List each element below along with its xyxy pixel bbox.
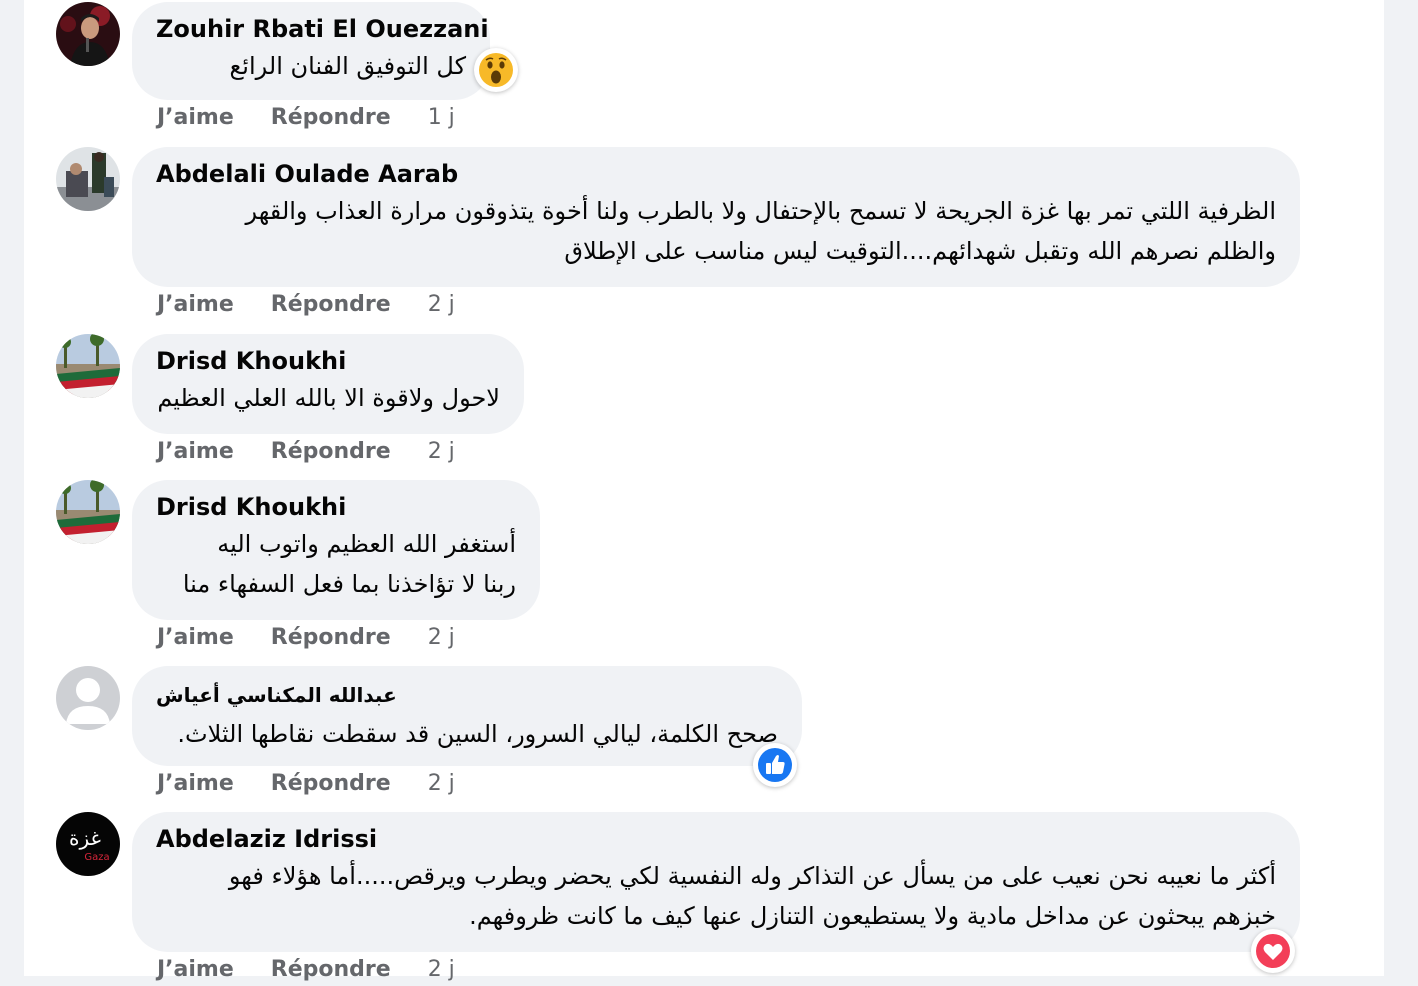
comment-author[interactable]: Abdelaziz Idrissi xyxy=(156,824,1276,854)
like-button[interactable]: J’aime xyxy=(157,436,234,468)
comment-text: أستغفر الله العظيم واتوب اليه xyxy=(217,530,516,558)
comment-actions: J’aime Répondre 2 j xyxy=(157,436,455,468)
like-button[interactable]: J’aime xyxy=(157,768,234,800)
comment-timestamp[interactable]: 2 j xyxy=(428,436,455,468)
reply-button[interactable]: Répondre xyxy=(271,289,391,321)
like-button[interactable]: J’aime xyxy=(157,289,234,321)
avatar-subtext: Gaza xyxy=(84,852,109,863)
comment-bubble: Drisd Khoukhi لاحول ولاقوة الا بالله الع… xyxy=(132,334,524,434)
like-thumb-icon[interactable] xyxy=(753,743,797,787)
comment-text: خبزهم يبحثون عن مداخل مادية ولا يستطيعون… xyxy=(469,902,1276,930)
like-button[interactable]: J’aime xyxy=(157,954,234,986)
comment-author[interactable]: عبدالله المكناسي أعياش xyxy=(156,680,397,710)
comment-author[interactable]: Drisd Khoukhi xyxy=(156,346,500,376)
comment-timestamp[interactable]: 2 j xyxy=(428,289,455,321)
avatar[interactable] xyxy=(56,666,120,730)
comments-panel: Zouhir Rbati El Ouezzani كل التوفيق الفن… xyxy=(24,0,1384,982)
comment-text: والظلم نصرهم الله وتقبل شهدائهم....التوق… xyxy=(564,237,1276,265)
avatar[interactable] xyxy=(56,334,120,398)
avatar[interactable] xyxy=(56,147,120,211)
avatar[interactable] xyxy=(56,2,120,66)
comment-timestamp[interactable]: 1 j xyxy=(428,102,455,134)
comment-actions: J’aime Répondre 2 j xyxy=(157,622,455,654)
comment-bubble: Abdelali Oulade Aarab الظرفية اللتي تمر … xyxy=(132,147,1300,287)
comment-timestamp[interactable]: 2 j xyxy=(428,768,455,800)
reply-button[interactable]: Répondre xyxy=(271,436,391,468)
heart-icon[interactable] xyxy=(1251,929,1295,973)
reply-button[interactable]: Répondre xyxy=(271,102,391,134)
comment-text: الظرفية اللتي تمر بها غزة الجريحة لا تسم… xyxy=(245,197,1277,225)
comment-timestamp[interactable]: 2 j xyxy=(428,954,455,986)
comment-actions: J’aime Répondre 2 j xyxy=(157,768,455,800)
comment-bubble: Zouhir Rbati El Ouezzani كل التوفيق الفن… xyxy=(132,2,490,100)
comment-bubble: Drisd Khoukhi أستغفر الله العظيم واتوب ا… xyxy=(132,480,540,620)
comment-text: ربنا لا تؤاخذنا بما فعل السفهاء منا xyxy=(182,570,516,598)
avatar[interactable]: غزة Gaza xyxy=(56,812,120,876)
wow-emoji-icon[interactable] xyxy=(474,48,518,92)
reply-button[interactable]: Répondre xyxy=(271,768,391,800)
comment-author[interactable]: Zouhir Rbati El Ouezzani xyxy=(156,14,489,44)
comment-bubble: Abdelaziz Idrissi أكثر ما نعيبه نحن نعيب… xyxy=(132,812,1300,952)
comment-text: لاحول ولاقوة الا بالله العلي العظيم xyxy=(157,384,500,412)
like-button[interactable]: J’aime xyxy=(157,102,234,134)
comment-author[interactable]: Drisd Khoukhi xyxy=(156,492,516,522)
comment-text: كل التوفيق الفنان الرائع xyxy=(229,52,466,80)
comment-timestamp[interactable]: 2 j xyxy=(428,622,455,654)
comment-bubble: عبدالله المكناسي أعياش صحح الكلمة، ليالي… xyxy=(132,666,802,766)
avatar-text: غزة xyxy=(69,826,101,850)
comment-author[interactable]: Abdelali Oulade Aarab xyxy=(156,159,1276,189)
like-button[interactable]: J’aime xyxy=(157,622,234,654)
comment-text: صحح الكلمة، ليالي السرور، السين قد سقطت … xyxy=(177,720,778,748)
comment-text: أكثر ما نعيبه نحن نعيب على من يسأل عن ال… xyxy=(228,862,1276,890)
comment-actions: J’aime Répondre 2 j xyxy=(157,289,455,321)
avatar[interactable] xyxy=(56,480,120,544)
comment-actions: J’aime Répondre 1 j xyxy=(157,102,455,134)
reply-button[interactable]: Répondre xyxy=(271,622,391,654)
comment-actions: J’aime Répondre 2 j xyxy=(157,954,455,986)
reply-button[interactable]: Répondre xyxy=(271,954,391,986)
